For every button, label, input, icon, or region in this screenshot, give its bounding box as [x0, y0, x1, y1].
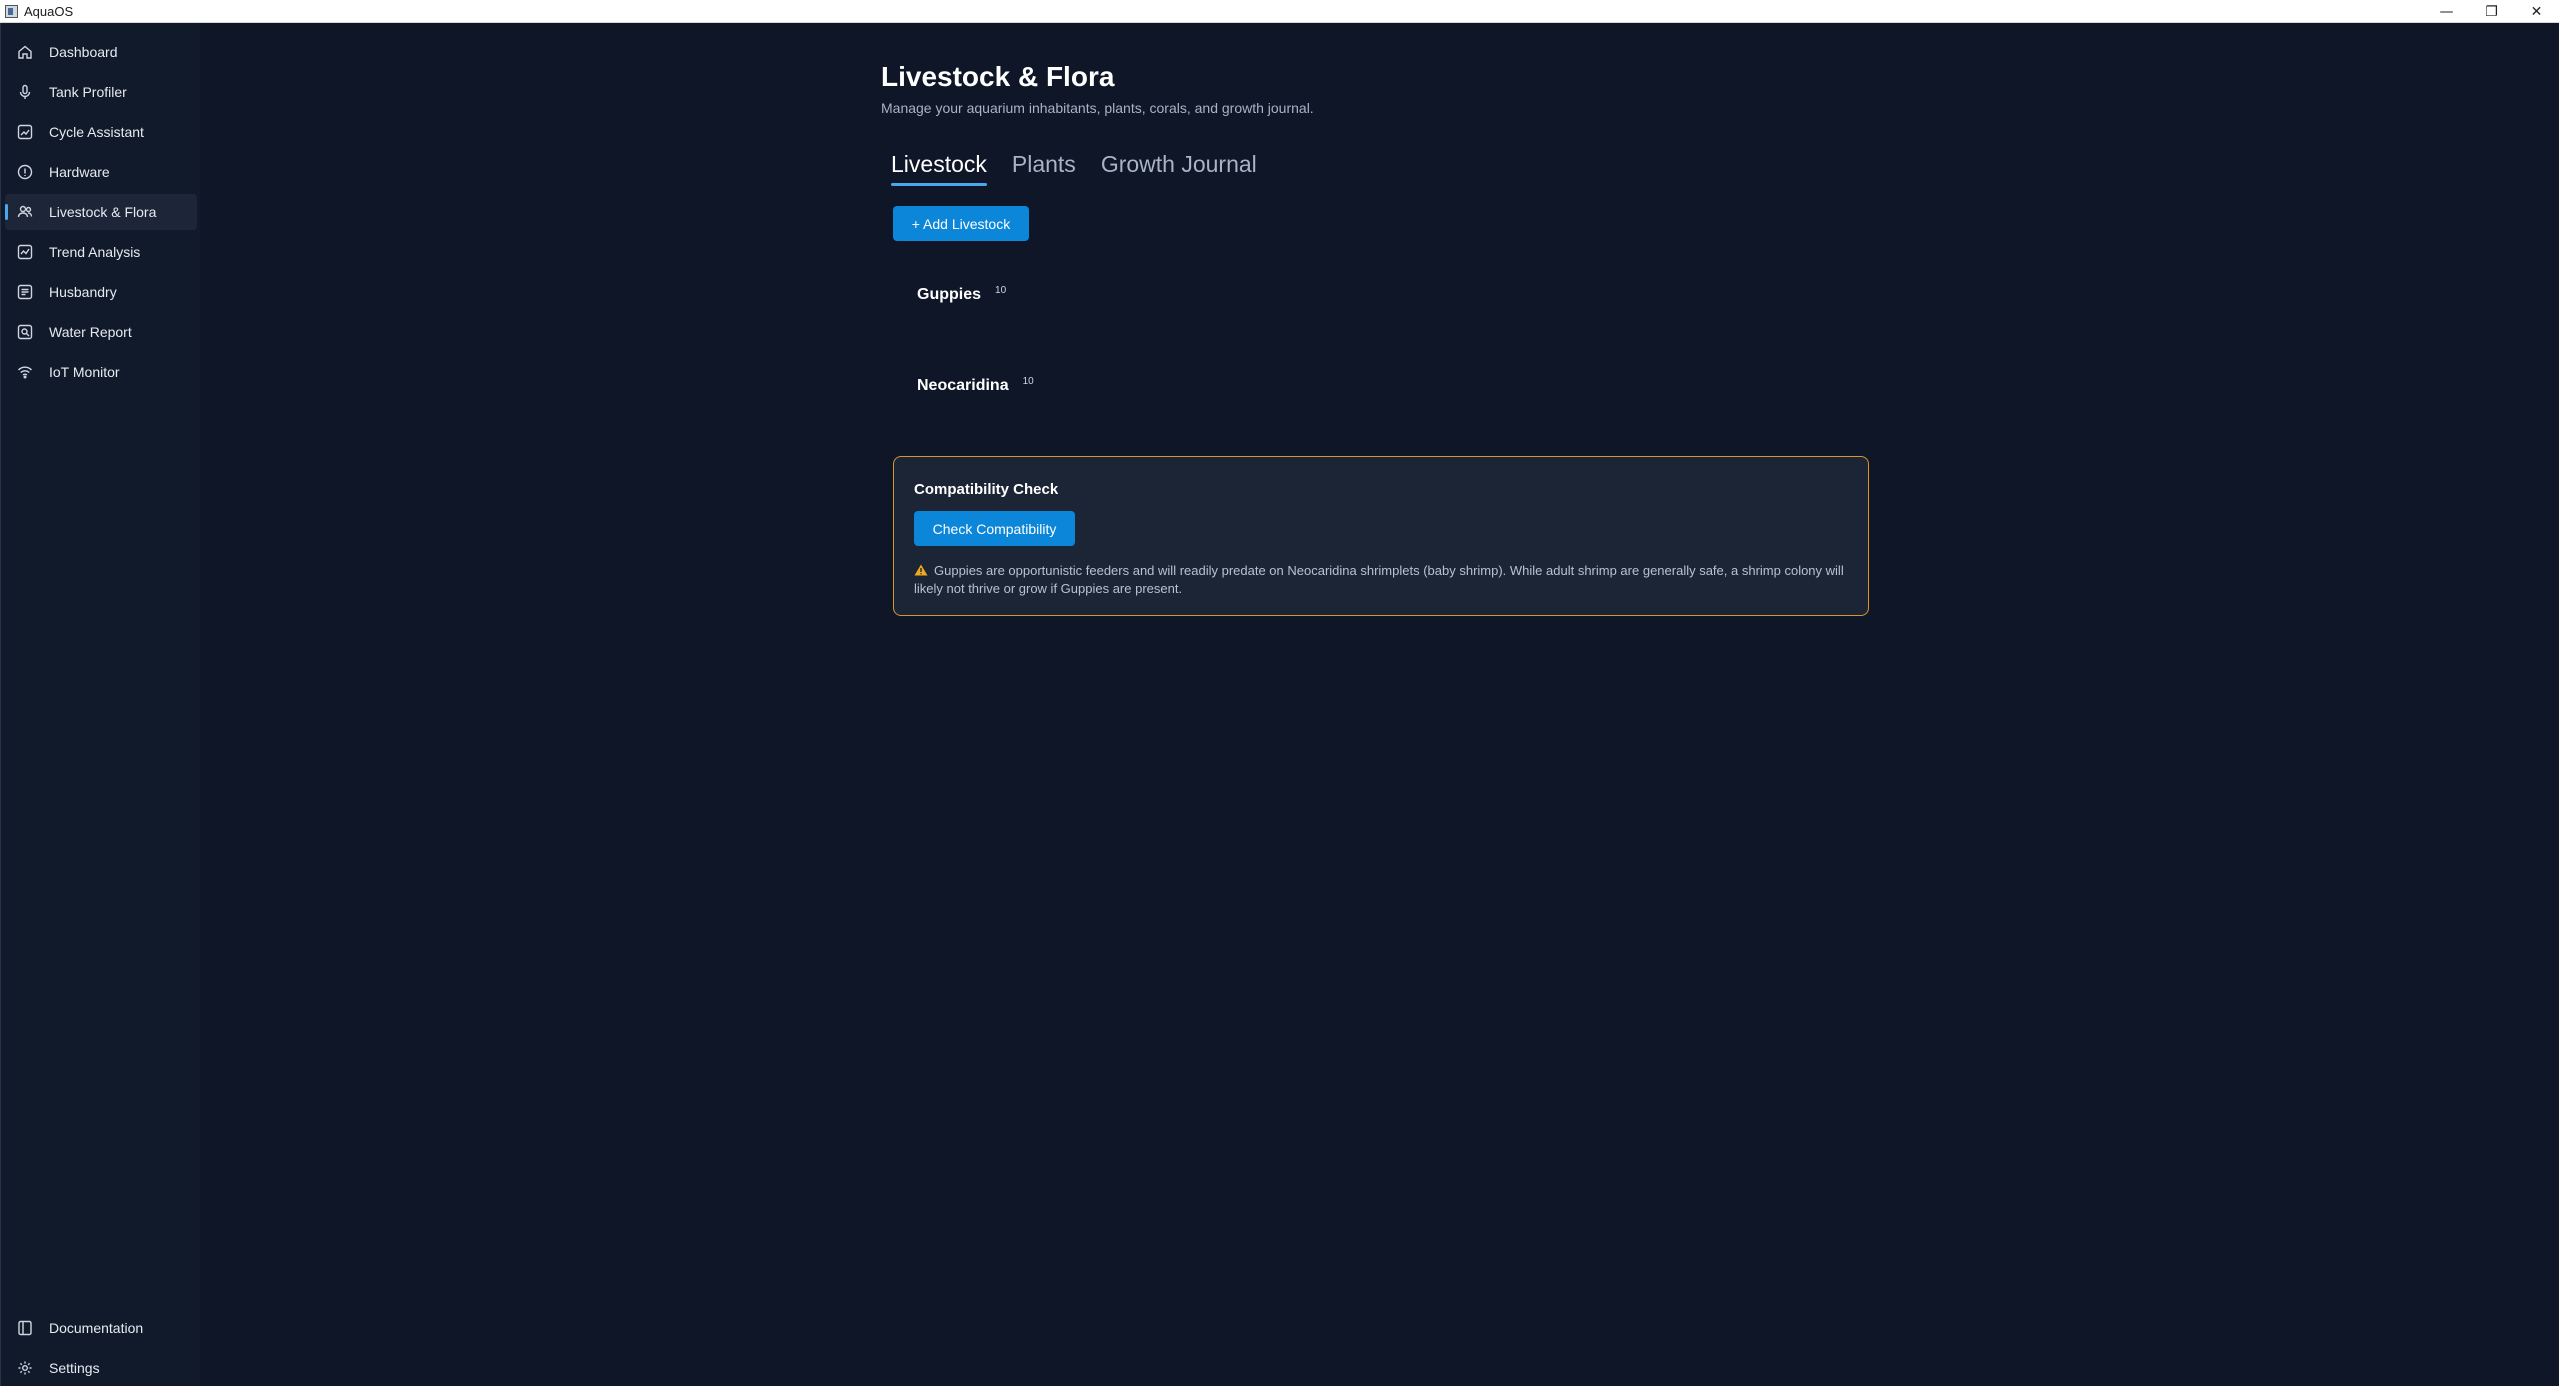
- livestock-item[interactable]: Neocaridina 10: [917, 376, 1034, 395]
- compatibility-message-text: Guppies are opportunistic feeders and wi…: [914, 563, 1844, 596]
- sidebar: Dashboard Tank Profiler Cycle Assistant …: [0, 23, 200, 1386]
- trend-icon: [17, 244, 33, 260]
- chart-box-icon: [17, 124, 33, 140]
- sidebar-item-water-report[interactable]: Water Report: [5, 314, 197, 350]
- mic-icon: [17, 84, 33, 100]
- tab-bar: Livestock Plants Growth Journal: [891, 151, 1282, 186]
- sidebar-item-label: IoT Monitor: [49, 364, 120, 380]
- sidebar-item-settings[interactable]: Settings: [5, 1350, 197, 1386]
- main-content: Livestock & Flora Manage your aquarium i…: [200, 23, 2559, 1386]
- sidebar-item-label: Livestock & Flora: [49, 204, 157, 220]
- sidebar-item-cycle-assistant[interactable]: Cycle Assistant: [5, 114, 197, 150]
- sidebar-item-husbandry[interactable]: Husbandry: [5, 274, 197, 310]
- compatibility-card: Compatibility Check Check Compatibility …: [893, 456, 1869, 616]
- livestock-name: Neocaridina: [917, 377, 1009, 394]
- search-box-icon: [17, 324, 33, 340]
- sidebar-item-label: Tank Profiler: [49, 84, 127, 100]
- list-box-icon: [17, 284, 33, 300]
- sidebar-item-dashboard[interactable]: Dashboard: [5, 34, 197, 70]
- book-icon: [17, 1320, 33, 1336]
- add-livestock-button[interactable]: + Add Livestock: [893, 206, 1029, 241]
- compatibility-title: Compatibility Check: [914, 481, 1059, 498]
- sidebar-item-label: Documentation: [49, 1320, 144, 1336]
- info-circle-icon: [17, 164, 33, 180]
- check-compatibility-button[interactable]: Check Compatibility: [914, 511, 1075, 546]
- sidebar-item-label: Cycle Assistant: [49, 124, 144, 140]
- sidebar-item-documentation[interactable]: Documentation: [5, 1310, 197, 1346]
- people-icon: [17, 204, 33, 220]
- restore-button[interactable]: ❐: [2469, 0, 2514, 23]
- sidebar-item-label: Dashboard: [49, 44, 118, 60]
- sidebar-item-label: Settings: [49, 1360, 100, 1376]
- app-icon: [5, 4, 18, 18]
- minimize-button[interactable]: —: [2424, 0, 2469, 23]
- compatibility-message: Guppies are opportunistic feeders and wi…: [914, 562, 1854, 598]
- sidebar-item-hardware[interactable]: Hardware: [5, 154, 197, 190]
- livestock-item[interactable]: Guppies 10: [917, 285, 1007, 304]
- page-subtitle: Manage your aquarium inhabitants, plants…: [881, 100, 1314, 116]
- window-titlebar: AquaOS — ❐ ✕: [0, 0, 2559, 23]
- sidebar-item-tank-profiler[interactable]: Tank Profiler: [5, 74, 197, 110]
- sidebar-item-label: Husbandry: [49, 284, 117, 300]
- sidebar-item-iot-monitor[interactable]: IoT Monitor: [5, 354, 197, 390]
- tab-plants[interactable]: Plants: [1012, 151, 1076, 182]
- tab-livestock[interactable]: Livestock: [891, 151, 987, 186]
- page-title: Livestock & Flora: [881, 61, 1115, 92]
- home-icon: [17, 44, 33, 60]
- sidebar-item-label: Trend Analysis: [49, 244, 141, 260]
- window-title: AquaOS: [24, 3, 74, 19]
- sidebar-item-label: Water Report: [49, 324, 132, 340]
- gear-icon: [17, 1360, 33, 1376]
- livestock-count: 10: [995, 285, 1007, 296]
- sidebar-item-livestock-flora[interactable]: Livestock & Flora: [5, 194, 197, 230]
- sidebar-item-label: Hardware: [49, 164, 110, 180]
- close-button[interactable]: ✕: [2514, 0, 2559, 23]
- wifi-icon: [17, 364, 33, 380]
- sidebar-item-trend-analysis[interactable]: Trend Analysis: [5, 234, 197, 270]
- livestock-count: 10: [1022, 376, 1034, 387]
- window-controls: — ❐ ✕: [2424, 0, 2559, 23]
- warning-icon: [914, 564, 928, 576]
- livestock-name: Guppies: [917, 286, 982, 303]
- tab-growth-journal[interactable]: Growth Journal: [1101, 151, 1257, 182]
